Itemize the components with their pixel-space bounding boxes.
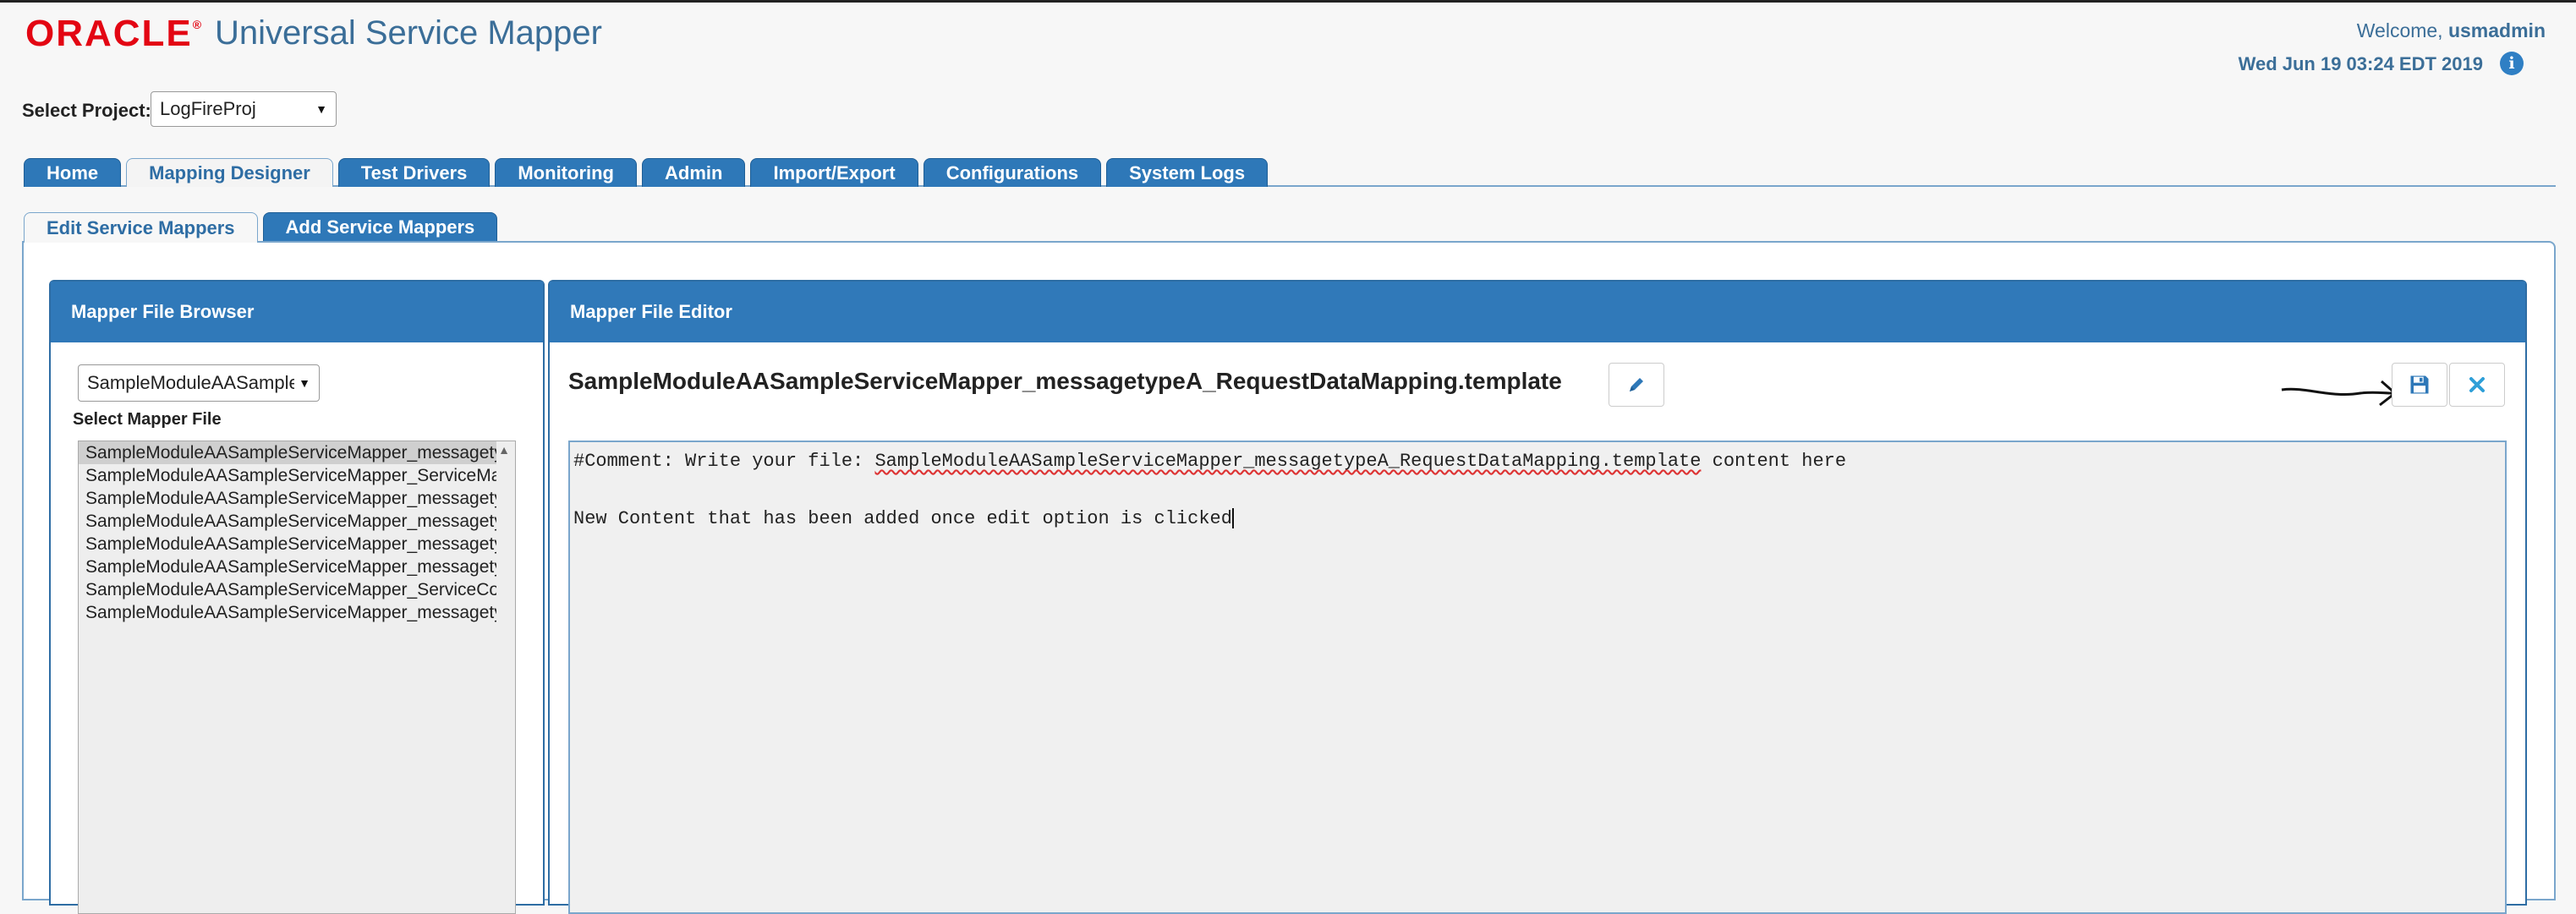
editor-filename: SampleModuleAASampleServiceMapper_messag… bbox=[568, 368, 1562, 394]
project-label: Select Project: bbox=[22, 100, 151, 121]
tab-monitoring[interactable]: Monitoring bbox=[495, 158, 637, 187]
mapper-file-browser-title: Mapper File Browser bbox=[51, 282, 543, 342]
welcome-text: Welcome, usmadmin bbox=[2357, 19, 2546, 42]
app-title: Universal Service Mapper bbox=[215, 14, 602, 52]
list-item[interactable]: SampleModuleAASampleServiceMapper_Servic… bbox=[79, 578, 496, 601]
editor-line-2: New Content that has been added once edi… bbox=[573, 508, 1234, 529]
mapper-file-editor-title: Mapper File Editor bbox=[550, 282, 2525, 342]
tab-import-export[interactable]: Import/Export bbox=[750, 158, 918, 187]
list-item[interactable]: SampleModuleAASampleServiceMapper_messag… bbox=[79, 487, 496, 510]
close-icon bbox=[2469, 377, 2485, 392]
save-button[interactable] bbox=[2392, 363, 2447, 407]
welcome-prefix: Welcome, bbox=[2356, 19, 2443, 41]
tab-configurations[interactable]: Configurations bbox=[923, 158, 1102, 187]
list-item[interactable]: SampleModuleAASampleServiceMapper_Servic… bbox=[79, 464, 496, 487]
edit-button[interactable] bbox=[1609, 363, 1664, 407]
project-select-value: LogFireProj bbox=[160, 98, 256, 119]
mapper-file-list[interactable]: SampleModuleAASampleServiceMapper_messag… bbox=[78, 441, 516, 914]
tab-system-logs[interactable]: System Logs bbox=[1106, 158, 1269, 187]
chevron-down-icon: ▼ bbox=[315, 102, 327, 116]
tab-admin[interactable]: Admin bbox=[642, 158, 746, 187]
cancel-button[interactable] bbox=[2449, 363, 2505, 407]
list-item[interactable]: SampleModuleAASampleServiceMapper_messag… bbox=[79, 556, 496, 578]
pencil-icon bbox=[1630, 378, 1643, 391]
arrow-annotation-icon bbox=[2281, 380, 2398, 407]
tab-add-service-mappers[interactable]: Add Service Mappers bbox=[262, 212, 498, 241]
select-mapper-file-label: Select Mapper File bbox=[73, 410, 222, 429]
editor-textarea[interactable]: #Comment: Write your file: SampleModuleA… bbox=[568, 441, 2507, 914]
tab-home[interactable]: Home bbox=[24, 158, 122, 187]
scroll-up-icon[interactable]: ▲ bbox=[498, 443, 510, 457]
current-datetime: Wed Jun 19 03:24 EDT 2019 bbox=[2238, 53, 2483, 74]
list-item[interactable]: SampleModuleAASampleServiceMapper_messag… bbox=[79, 441, 496, 464]
tab-edit-service-mappers[interactable]: Edit Service Mappers bbox=[24, 212, 258, 243]
editor-line-filename: SampleModuleAASampleServiceMapper_messag… bbox=[874, 451, 1702, 472]
main-tabs: Home Mapping Designer Test Drivers Monit… bbox=[24, 158, 1269, 187]
tab-mapping-designer[interactable]: Mapping Designer bbox=[126, 158, 333, 187]
username[interactable]: usmadmin bbox=[2448, 19, 2546, 41]
list-item[interactable]: SampleModuleAASampleServiceMapper_messag… bbox=[79, 533, 496, 556]
list-item[interactable]: SampleModuleAASampleServiceMapper_messag… bbox=[79, 601, 496, 624]
module-select-value: SampleModuleAASampleServiceMapper bbox=[87, 372, 294, 393]
tab-test-drivers[interactable]: Test Drivers bbox=[337, 158, 491, 187]
text-cursor bbox=[1231, 508, 1234, 529]
project-select[interactable]: LogFireProj ▼ bbox=[151, 91, 337, 127]
list-item[interactable]: SampleModuleAASampleServiceMapper_messag… bbox=[79, 510, 496, 533]
floppy-save-icon bbox=[2410, 375, 2429, 394]
sub-tabs: Edit Service Mappers Add Service Mappers bbox=[24, 212, 498, 243]
editor-line-1: #Comment: Write your file: SampleModuleA… bbox=[573, 451, 1847, 472]
info-icon[interactable]: i bbox=[2500, 52, 2524, 75]
chevron-down-icon: ▼ bbox=[299, 376, 310, 390]
module-select[interactable]: SampleModuleAASampleServiceMapper ▼ bbox=[78, 364, 320, 402]
oracle-logo: ORACLE® bbox=[25, 13, 204, 54]
